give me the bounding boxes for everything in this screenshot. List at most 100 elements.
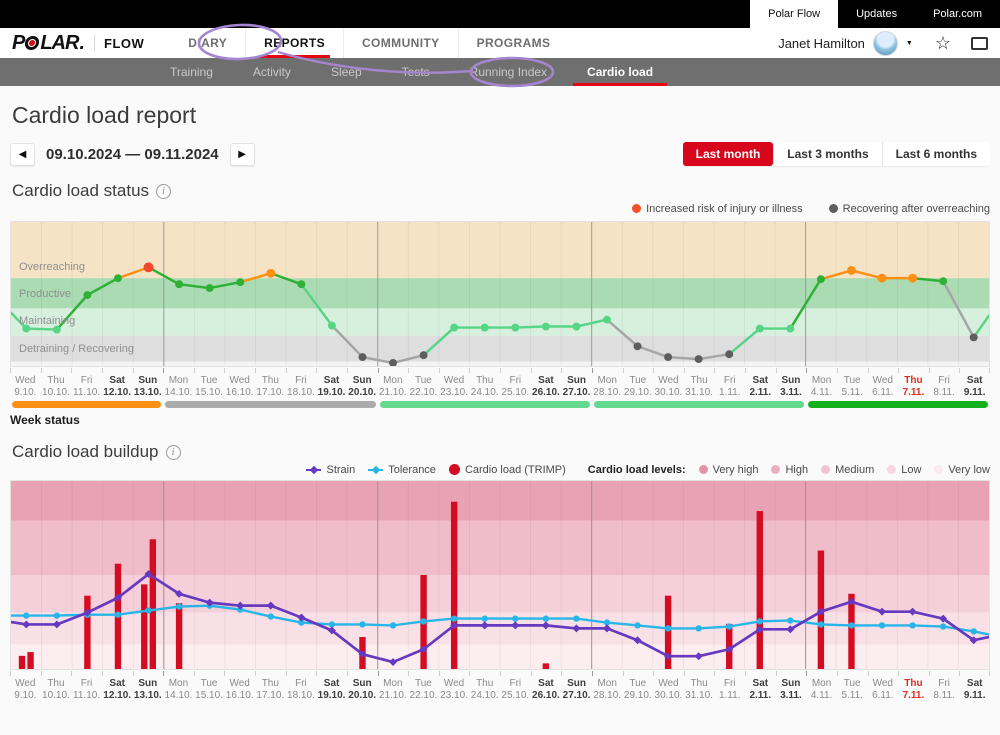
axis-day: Tue [837, 375, 868, 387]
axis-date: 9.10. [10, 387, 41, 399]
legend-level-very-low: Very low [934, 464, 990, 476]
zone-label-productive: Productive [19, 288, 71, 300]
main-nav: DIARYREPORTSCOMMUNITYPROGRAMS [170, 28, 568, 58]
axis-label-thu-10-10-: Thu10.10. [41, 676, 72, 702]
axis-label-thu-24-10-: Thu24.10. [469, 373, 500, 399]
nav-item-programs[interactable]: PROGRAMS [458, 28, 569, 58]
axis-day: Mon [592, 375, 623, 387]
axis-day: Fri [714, 375, 745, 387]
week-status-bar-2 [165, 401, 375, 408]
axis-label-sat-26-10-: Sat26.10. [531, 676, 562, 702]
axis-label-tue-22-10-: Tue22.10. [408, 676, 439, 702]
axis-date: 13.10. [133, 387, 164, 399]
nav-item-reports[interactable]: REPORTS [245, 28, 343, 58]
legend-label: Increased risk of injury or illness [646, 203, 803, 215]
axis-label-fri-18-10-: Fri18.10. [286, 373, 317, 399]
status-legend: Increased risk of injury or illnessRecov… [10, 202, 990, 215]
subnav-item-cardio-load[interactable]: Cardio load [567, 58, 673, 86]
axis-label-sat-9-11-: Sat9.11. [959, 373, 990, 399]
next-period-button[interactable]: ▶ [230, 143, 255, 166]
axis-date: 13.10. [133, 690, 164, 702]
avatar[interactable] [873, 31, 898, 56]
axis-label-mon-14-10-: Mon14.10. [163, 373, 194, 399]
axis-label-fri-25-10-: Fri25.10. [500, 373, 531, 399]
subnav-item-sleep[interactable]: Sleep [311, 58, 382, 86]
axis-label-tue-5-11-: Tue5.11. [837, 676, 868, 702]
axis-day: Wed [868, 678, 899, 690]
axis-date: 3.11. [776, 690, 807, 702]
subnav-item-activity[interactable]: Activity [233, 58, 311, 86]
axis-day: Sun [561, 678, 592, 690]
axis-date: 27.10. [561, 690, 592, 702]
topbar-tab-updates[interactable]: Updates [838, 0, 915, 28]
axis-label-thu-7-11-: Thu7.11. [898, 373, 929, 399]
favorite-star-icon[interactable]: ☆ [935, 34, 951, 52]
subnav-item-training[interactable]: Training [150, 58, 233, 86]
axis-day: Sun [776, 678, 807, 690]
axis-date: 30.10. [653, 690, 684, 702]
prev-period-button[interactable]: ◀ [10, 143, 35, 166]
subnav-item-tests[interactable]: Tests [382, 58, 450, 86]
axis-label-wed-23-10-: Wed23.10. [439, 676, 470, 702]
legend-diamond-icon [371, 465, 379, 473]
topbar-tab-polar-com[interactable]: Polar.com [915, 0, 1000, 28]
legend-label: Medium [835, 464, 874, 476]
axis-label-sun-20-10-: Sun20.10. [347, 373, 378, 399]
top-bar: Polar FlowUpdatesPolar.com [0, 0, 1000, 28]
axis-date: 27.10. [561, 387, 592, 399]
axis-label-tue-15-10-: Tue15.10. [194, 676, 225, 702]
cardio-load-levels-label: Cardio load levels: [588, 464, 686, 476]
week-status-bar-3 [380, 401, 590, 408]
axis-day: Tue [623, 375, 654, 387]
polar-logo[interactable]: P LAR . [12, 32, 84, 55]
legend-line-diamond-icon [368, 469, 383, 471]
axis-date: 12.10. [102, 387, 133, 399]
axis-day: Sun [561, 375, 592, 387]
axis-label-sun-3-11-: Sun3.11. [776, 676, 807, 702]
axis-date: 14.10. [163, 690, 194, 702]
axis-day: Mon [806, 375, 837, 387]
axis-date: 29.10. [623, 690, 654, 702]
axis-label-wed-23-10-: Wed23.10. [439, 373, 470, 399]
week-status-bars [10, 401, 990, 408]
axis-date: 5.11. [837, 387, 868, 399]
user-name[interactable]: Janet Hamilton [778, 36, 865, 51]
legend-dot-icon [699, 465, 708, 474]
axis-date: 19.10. [316, 387, 347, 399]
nav-item-diary[interactable]: DIARY [170, 28, 245, 58]
axis-day: Sat [959, 678, 990, 690]
axis-day: Fri [286, 375, 317, 387]
range-button-last-3-months[interactable]: Last 3 months [773, 142, 881, 166]
topbar-tab-polar-flow[interactable]: Polar Flow [750, 0, 838, 28]
range-button-last-month[interactable]: Last month [683, 142, 774, 166]
legend-dot-icon [821, 465, 830, 474]
topbar-tabs: Polar FlowUpdatesPolar.com [750, 0, 1000, 28]
axis-label-wed-30-10-: Wed30.10. [653, 676, 684, 702]
legend-dot-icon [449, 464, 460, 475]
axis-day: Thu [41, 375, 72, 387]
buildup-chart[interactable] [10, 480, 990, 670]
axis-day: Tue [194, 678, 225, 690]
subnav-item-running-index[interactable]: Running Index [450, 58, 567, 86]
info-icon[interactable]: i [156, 184, 171, 199]
status-chart[interactable]: OverreachingProductiveMaintainingDetrain… [10, 221, 990, 367]
axis-day: Thu [469, 375, 500, 387]
legend-item-cardio-load-trimp-: Cardio load (TRIMP) [449, 464, 566, 476]
chevron-down-icon[interactable]: ▼ [906, 40, 913, 47]
info-icon[interactable]: i [166, 445, 181, 460]
feedback-icon[interactable] [971, 37, 988, 50]
range-button-last-6-months[interactable]: Last 6 months [882, 142, 990, 166]
axis-label-sat-26-10-: Sat26.10. [531, 373, 562, 399]
axis-day: Thu [898, 678, 929, 690]
axis-label-mon-28-10-: Mon28.10. [592, 373, 623, 399]
axis-day: Sat [102, 375, 133, 387]
legend-label: Very high [713, 464, 759, 476]
axis-date: 17.10. [255, 387, 286, 399]
nav-item-community[interactable]: COMMUNITY [343, 28, 458, 58]
axis-day: Sun [133, 678, 164, 690]
axis-date: 4.11. [806, 690, 837, 702]
axis-label-mon-14-10-: Mon14.10. [163, 676, 194, 702]
axis-label-wed-9-10-: Wed9.10. [10, 676, 41, 702]
legend-level-high: High [771, 464, 808, 476]
axis-day: Wed [439, 375, 470, 387]
